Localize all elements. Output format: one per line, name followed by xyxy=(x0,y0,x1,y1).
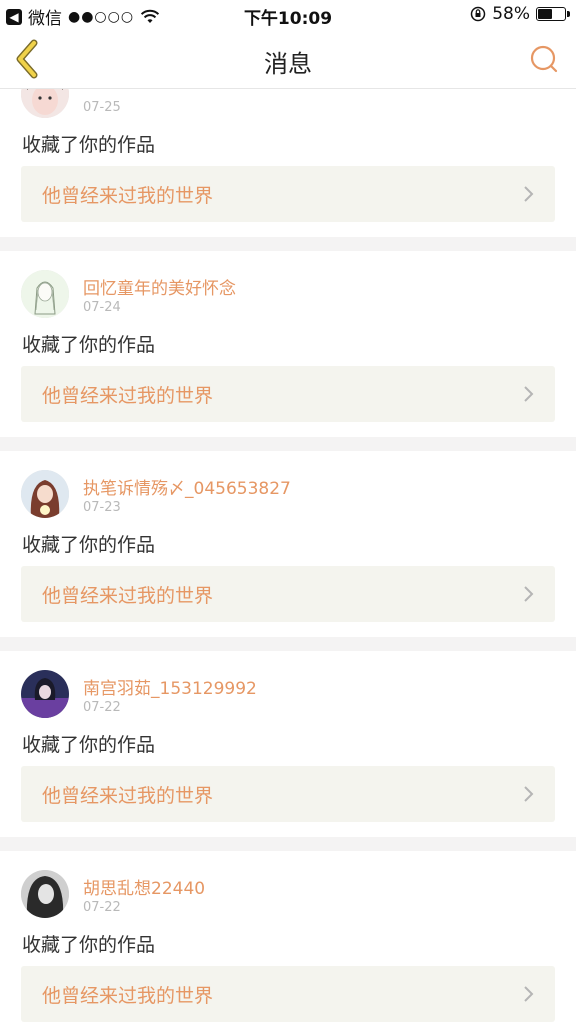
chevron-right-icon xyxy=(524,386,534,402)
message-item: 07-25 收藏了你的作品 他曾经来过我的世界 xyxy=(0,89,576,237)
work-title: 他曾经来过我的世界 xyxy=(42,385,214,407)
message-action: 收藏了你的作品 xyxy=(22,334,156,356)
status-right: 58% xyxy=(470,4,570,24)
work-link[interactable]: 他曾经来过我的世界 xyxy=(21,966,555,1022)
message-item: 执笔诉情殇〆_045653827 07-23 收藏了你的作品 他曾经来过我的世界 xyxy=(0,451,576,637)
work-title: 他曾经来过我的世界 xyxy=(42,585,214,607)
rotation-lock-icon xyxy=(470,6,486,22)
battery-level xyxy=(538,9,552,19)
message-feed[interactable]: 07-25 收藏了你的作品 他曾经来过我的世界 回忆童年的美好怀念 07-24 … xyxy=(0,89,576,1024)
separator xyxy=(0,837,576,851)
user-avatar[interactable] xyxy=(21,270,69,318)
user-avatar[interactable] xyxy=(21,670,69,718)
user-avatar[interactable] xyxy=(21,89,69,118)
separator xyxy=(0,637,576,651)
user-name[interactable]: 执笔诉情殇〆_045653827 xyxy=(83,474,291,499)
separator xyxy=(0,437,576,451)
chevron-right-icon xyxy=(524,586,534,602)
message-action: 收藏了你的作品 xyxy=(22,534,156,556)
user-name[interactable]: 南宫羽茹_153129992 xyxy=(83,674,257,699)
message-item: 南宫羽茹_153129992 07-22 收藏了你的作品 他曾经来过我的世界 xyxy=(0,651,576,837)
battery-percent: 58% xyxy=(492,4,530,24)
status-bar: ◀ 微信 ●●○○○ 下午10:09 58% xyxy=(0,0,576,30)
message-action: 收藏了你的作品 xyxy=(22,134,156,156)
chevron-right-icon xyxy=(524,986,534,1002)
chevron-right-icon xyxy=(524,786,534,802)
user-name[interactable]: 回忆童年的美好怀念 xyxy=(83,274,236,299)
message-date: 07-23 xyxy=(83,500,121,515)
message-date: 07-22 xyxy=(83,700,121,715)
chevron-right-icon xyxy=(524,186,534,202)
search-icon xyxy=(530,45,558,73)
message-date: 07-24 xyxy=(83,300,121,315)
work-title: 他曾经来过我的世界 xyxy=(42,185,214,207)
message-action: 收藏了你的作品 xyxy=(22,934,156,956)
battery-icon xyxy=(536,7,570,21)
message-date: 07-22 xyxy=(83,900,121,915)
work-link[interactable]: 他曾经来过我的世界 xyxy=(21,766,555,822)
message-item: 胡思乱想22440 07-22 收藏了你的作品 他曾经来过我的世界 xyxy=(0,851,576,1024)
page-title: 消息 xyxy=(264,50,312,78)
work-title: 他曾经来过我的世界 xyxy=(42,985,214,1007)
message-item: 回忆童年的美好怀念 07-24 收藏了你的作品 他曾经来过我的世界 xyxy=(0,251,576,437)
work-link[interactable]: 他曾经来过我的世界 xyxy=(21,166,555,222)
message-date: 07-25 xyxy=(83,100,121,115)
message-action: 收藏了你的作品 xyxy=(22,734,156,756)
separator xyxy=(0,237,576,251)
search-button[interactable] xyxy=(528,43,560,75)
nav-bar: 消息 xyxy=(0,30,576,89)
work-link[interactable]: 他曾经来过我的世界 xyxy=(21,366,555,422)
work-link[interactable]: 他曾经来过我的世界 xyxy=(21,566,555,622)
user-name[interactable]: 胡思乱想22440 xyxy=(83,874,205,899)
user-avatar[interactable] xyxy=(21,470,69,518)
user-avatar[interactable] xyxy=(21,870,69,918)
work-title: 他曾经来过我的世界 xyxy=(42,785,214,807)
